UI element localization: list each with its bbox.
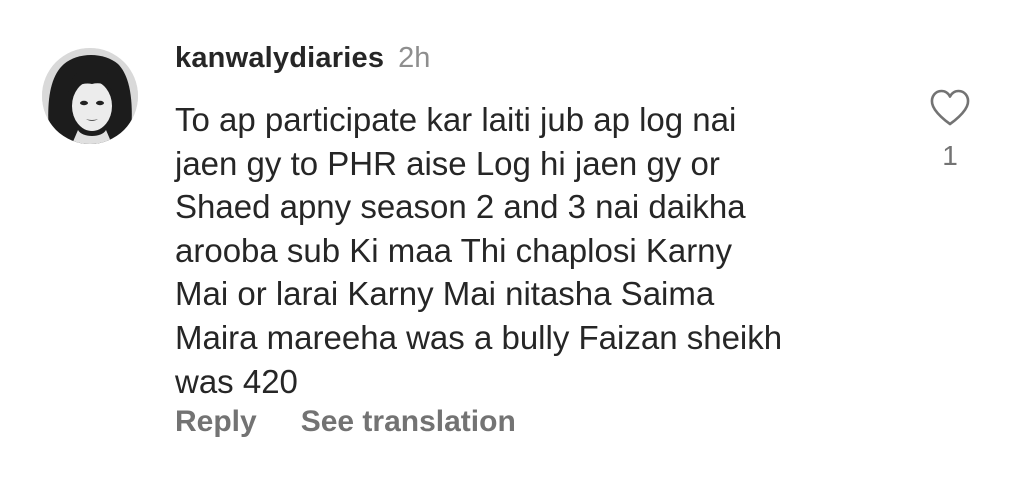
see-translation-button[interactable]: See translation — [301, 405, 516, 439]
comment-item: kanwalydiaries 2h To ap participate kar … — [0, 0, 1024, 487]
comment-text-line: To ap participate kar laiti jub ap log n… — [175, 101, 737, 138]
avatar-image — [42, 48, 138, 144]
comment-text-line: Maira mareeha was a bully Faizan sheikh — [175, 318, 783, 356]
comment-header: kanwalydiaries 2h — [175, 42, 430, 82]
like-button[interactable] — [926, 84, 974, 132]
reply-button[interactable]: Reply — [175, 405, 257, 439]
comment-text-line: jaen gy to PHR aise Log hi jaen gy or — [175, 144, 720, 182]
comment-text-line: was 420 — [175, 362, 298, 400]
comment-text-line: Shaed apny season 2 and 3 nai daikha — [175, 188, 746, 226]
comment-text-line: Mai or larai Karny Mai nitasha Saima — [175, 275, 715, 313]
comment-timestamp: 2h — [398, 42, 431, 74]
comment-text-line: arooba sub Ki maa Thi chaplosi Karny — [175, 231, 733, 269]
comment-actions: Reply See translation — [175, 400, 516, 444]
heart-outline-icon — [930, 89, 970, 126]
comment-text: To ap participate kar laiti jub ap log n… — [175, 98, 895, 403]
avatar[interactable] — [42, 48, 138, 144]
username-link[interactable]: kanwalydiaries — [175, 42, 384, 75]
like-count: 1 — [942, 140, 958, 171]
